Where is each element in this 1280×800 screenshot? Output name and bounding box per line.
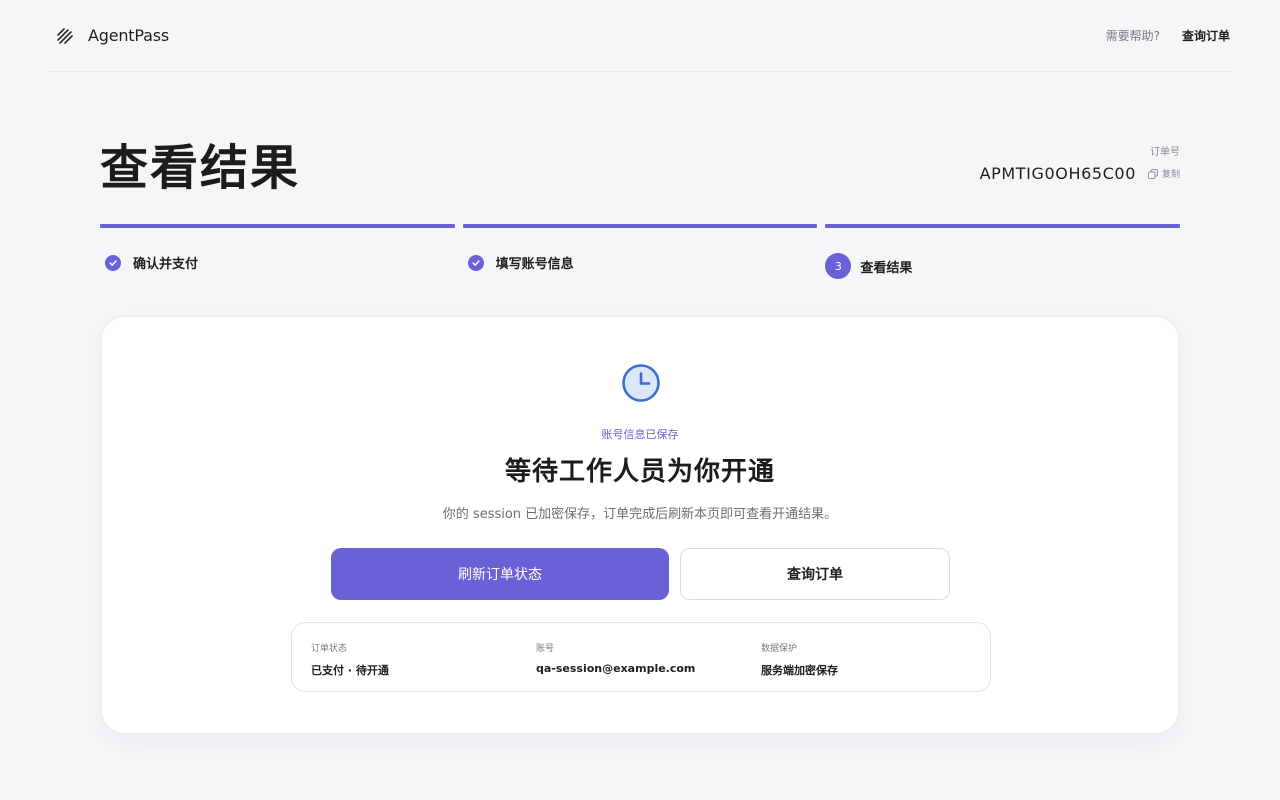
step-label: 查看结果 xyxy=(860,260,913,276)
copy-button[interactable]: 复制 xyxy=(1148,167,1180,180)
order-info: 订单号 APMTIG0OH65C00 复制 xyxy=(980,143,1180,183)
step-bar xyxy=(825,224,1181,228)
result-description: 你的 session 已加密保存，订单完成后刷新本页即可查看开通结果。 xyxy=(442,507,838,522)
result-card: 账号信息已保存 等待工作人员为你开通 你的 session 已加密保存，订单完成… xyxy=(101,316,1179,734)
copy-label: 复制 xyxy=(1161,170,1180,180)
top-nav: 需要帮助? 查询订单 xyxy=(1106,27,1230,44)
step-label: 确认并支付 xyxy=(133,257,199,272)
info-value: qa-session@example.com xyxy=(536,662,696,675)
order-label: 订单号 xyxy=(1150,147,1180,158)
info-data-protection: 数据保护 服务端加密保存 xyxy=(761,641,986,691)
step-view-result: 3 查看结果 xyxy=(825,224,1181,279)
order-number: APMTIG0OH65C00 xyxy=(979,164,1136,183)
page-title: 查看结果 xyxy=(100,140,301,196)
step-body: 确认并支付 xyxy=(105,253,455,272)
brand-name: AgentPass xyxy=(88,26,169,45)
info-value: 已支付 · 待开通 xyxy=(311,664,389,677)
order-row: APMTIG0OH65C00 复制 xyxy=(980,164,1180,183)
result-heading: 等待工作人员为你开通 xyxy=(504,457,775,487)
info-order-status: 订单状态 已支付 · 待开通 xyxy=(311,641,536,691)
check-icon xyxy=(105,254,121,271)
check-icon xyxy=(467,254,484,271)
top-bar: AgentPass 需要帮助? 查询订单 xyxy=(50,0,1230,72)
step-label: 填写账号信息 xyxy=(495,257,574,272)
stripes-logo-icon xyxy=(57,27,73,44)
step-body: 3 查看结果 xyxy=(825,253,1180,279)
status-badge: 账号信息已保存 xyxy=(601,428,679,441)
progress-steps: 确认并支付 填写账号信息 3 查看结果 xyxy=(100,224,1181,279)
help-link[interactable]: 需要帮助? xyxy=(1106,27,1160,44)
step-bar xyxy=(462,224,818,228)
info-label: 数据保护 xyxy=(761,644,798,654)
step-body: 填写账号信息 xyxy=(467,253,818,272)
info-label: 账号 xyxy=(536,644,555,654)
refresh-status-button[interactable]: 刷新订单状态 xyxy=(331,548,669,600)
info-account: 账号 qa-session@example.com xyxy=(536,641,761,691)
query-order-button[interactable]: 查询订单 xyxy=(680,548,950,600)
step-number-badge: 3 xyxy=(825,253,852,279)
query-order-link[interactable]: 查询订单 xyxy=(1182,27,1230,44)
step-bar xyxy=(100,224,455,228)
brand[interactable]: AgentPass xyxy=(56,26,169,45)
info-value: 服务端加密保存 xyxy=(761,664,838,677)
step-confirm-pay: 确认并支付 xyxy=(100,224,455,279)
clock-icon xyxy=(621,363,661,403)
order-summary: 订单状态 已支付 · 待开通 账号 qa-session@example.com… xyxy=(291,622,991,692)
step-fill-account: 填写账号信息 xyxy=(462,224,818,279)
copy-icon xyxy=(1148,168,1158,179)
info-label: 订单状态 xyxy=(311,644,348,654)
